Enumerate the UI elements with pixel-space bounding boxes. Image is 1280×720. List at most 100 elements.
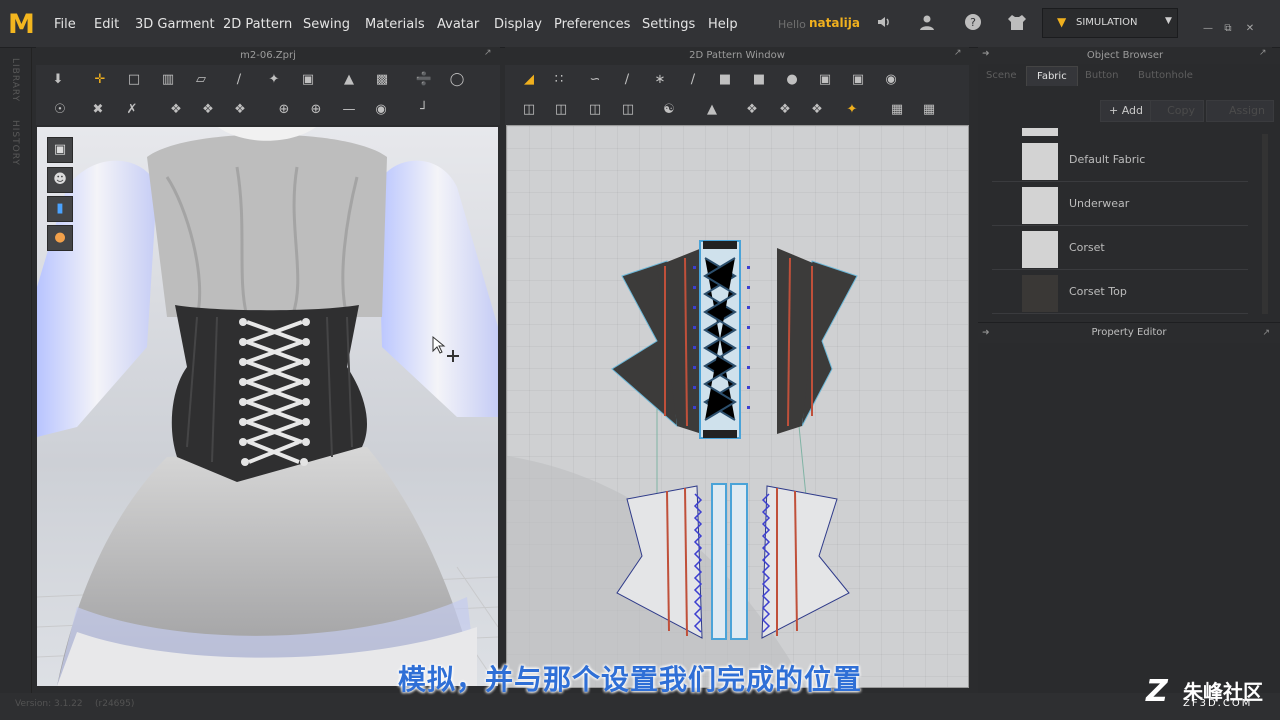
shirt-icon[interactable]: ▣ (298, 71, 318, 89)
drop-arrow-icon[interactable]: ⬇ (48, 71, 68, 89)
list-item[interactable]: Corset Top (992, 272, 1248, 314)
garment-front-icon[interactable]: ▲ (339, 71, 359, 89)
garment-settings-icon[interactable] (1006, 13, 1028, 35)
avatar-pose-icon[interactable]: ☉ (50, 101, 70, 119)
edit-sewing-icon[interactable]: ◫ (585, 101, 605, 119)
texture-icon[interactable]: ▮ (47, 196, 73, 222)
transform-icon[interactable]: ▥ (158, 71, 178, 89)
close-icon[interactable]: ✕ (1242, 22, 1258, 36)
grid-2d-icon[interactable]: ❖ (807, 101, 827, 119)
buttonhole-icon[interactable]: ❖ (198, 101, 218, 119)
transform-pattern-icon[interactable]: ◢ (519, 71, 539, 89)
uv-icon[interactable]: ▦ (887, 101, 907, 119)
assign-button[interactable]: Assign (1206, 100, 1274, 122)
internal-polygon-icon[interactable]: ▣ (815, 71, 835, 89)
tab-library[interactable]: LIBRARY (10, 58, 20, 102)
simulation-label: SIMULATION (1076, 17, 1138, 28)
tab-scene[interactable]: Scene (986, 66, 1017, 86)
chevron-down-icon[interactable]: ▼ (1165, 16, 1172, 26)
user-icon[interactable] (916, 13, 938, 35)
viewport-3d[interactable]: ▣ ☻ ▮ ● (37, 127, 498, 686)
edit-curve-icon[interactable]: ∽ (585, 71, 605, 89)
needle-icon[interactable]: ➗ (414, 71, 434, 89)
garment-back-icon[interactable]: ▩ (372, 71, 392, 89)
menu-3d-garment[interactable]: 3D Garment (135, 17, 215, 32)
polygon-icon[interactable]: ■ (715, 71, 735, 89)
list-item[interactable]: Corset (992, 228, 1248, 270)
tab-history[interactable]: HISTORY (10, 120, 20, 166)
menu-edit[interactable]: Edit (94, 17, 119, 32)
segment-sewing-icon[interactable]: ◫ (519, 101, 539, 119)
measure-cross-icon[interactable]: ✗ (122, 101, 142, 119)
menu-preferences[interactable]: Preferences (554, 17, 630, 32)
watermark-url: ZF3D.COM (1183, 698, 1253, 709)
buttonhole-2d-icon[interactable]: ❖ (775, 101, 795, 119)
texture-edit-icon[interactable]: ✦ (842, 101, 862, 119)
menu-2d-pattern[interactable]: 2D Pattern (223, 17, 292, 32)
fold-icon[interactable]: ▱ (191, 71, 211, 89)
simulation-button[interactable]: ▼ SIMULATION ▼ (1042, 8, 1178, 38)
help-icon[interactable]: ? (962, 13, 984, 35)
tape-icon[interactable]: ◯ (447, 71, 467, 89)
pin-tool-icon[interactable]: ∕ (229, 71, 249, 89)
minimize-icon[interactable]: — (1200, 22, 1216, 36)
tab-button[interactable]: Button (1085, 66, 1119, 86)
popout-icon[interactable]: ↗ (1259, 48, 1271, 60)
add-point-pattern-icon[interactable]: ∗ (650, 71, 670, 89)
internal-circle-icon[interactable]: ◉ (881, 71, 901, 89)
circle-icon[interactable]: ● (782, 71, 802, 89)
simulation-icon: ▼ (1057, 15, 1067, 29)
list-item[interactable]: Underwear (992, 184, 1248, 226)
menu-display[interactable]: Display (494, 17, 542, 32)
popout-icon[interactable]: ↗ (1262, 323, 1270, 343)
pin-icon[interactable]: ➜ (982, 49, 994, 61)
menu-settings[interactable]: Settings (642, 17, 695, 32)
lock-icon[interactable]: ◉ (371, 101, 391, 119)
copy-button[interactable]: Copy (1150, 100, 1204, 122)
popout-icon[interactable]: ↗ (954, 48, 966, 60)
list-item[interactable] (992, 128, 1248, 136)
garment-icon[interactable]: ▣ (47, 137, 73, 163)
free-sewing-icon[interactable]: ◫ (551, 101, 571, 119)
add-point-icon[interactable]: ⊕ (274, 101, 294, 119)
tab-buttonhole[interactable]: Buttonhole (1138, 66, 1193, 86)
uv-edit-icon[interactable]: ▦ (919, 101, 939, 119)
menu-sewing[interactable]: Sewing (303, 17, 350, 32)
fold-arrangement-icon[interactable]: ☯ (659, 101, 679, 119)
skin-icon[interactable]: ● (47, 225, 73, 251)
menu-file[interactable]: File (54, 17, 76, 32)
pin-icon[interactable]: ➜ (982, 323, 990, 343)
check-sewing-icon[interactable]: ◫ (618, 101, 638, 119)
curve-point-icon[interactable]: ∕ (617, 71, 637, 89)
edit-point-icon[interactable]: ∷ (549, 71, 569, 89)
internal-rectangle-icon[interactable]: ▣ (848, 71, 868, 89)
select-move-icon[interactable]: ✛ (90, 71, 110, 89)
select-mesh-icon[interactable]: □ (124, 71, 144, 89)
list-item[interactable]: Default Fabric (992, 140, 1248, 182)
cut-icon[interactable]: ∕ (683, 71, 703, 89)
add-button[interactable]: + Add (1100, 100, 1153, 122)
popout-icon[interactable]: ↗ (484, 48, 496, 60)
viewport-2d[interactable] (506, 125, 969, 688)
button-tool-icon[interactable]: ❖ (166, 101, 186, 119)
menu-materials[interactable]: Materials (365, 17, 425, 32)
menu-avatar[interactable]: Avatar (437, 17, 479, 32)
scrollbar[interactable] (1262, 134, 1268, 314)
tab-fabric[interactable]: Fabric (1026, 66, 1078, 86)
sewing-garment-icon[interactable]: ▲ (702, 101, 722, 119)
rectangle-icon[interactable]: ■ (749, 71, 769, 89)
button-2d-icon[interactable]: ❖ (742, 101, 762, 119)
property-editor (978, 343, 1280, 693)
username[interactable]: natalija (809, 16, 860, 30)
avatar-icon[interactable]: ☻ (47, 167, 73, 193)
line-icon[interactable]: — (339, 101, 359, 119)
tack-icon[interactable]: ✦ (264, 71, 284, 89)
measure-icon[interactable]: ✖ (88, 101, 108, 119)
speaker-icon[interactable] (873, 13, 895, 35)
restore-icon[interactable]: ⧉ (1220, 22, 1236, 36)
toolbar-3d-row2: ☉ ✖ ✗ ❖ ❖ ❖ ⊕ ⊕ — ◉ ┘ (36, 95, 500, 125)
ruler-icon[interactable]: ┘ (414, 101, 434, 119)
menu-help[interactable]: Help (708, 17, 738, 32)
pattern-grid-icon[interactable]: ❖ (230, 101, 250, 119)
circle-point-icon[interactable]: ⊕ (306, 101, 326, 119)
